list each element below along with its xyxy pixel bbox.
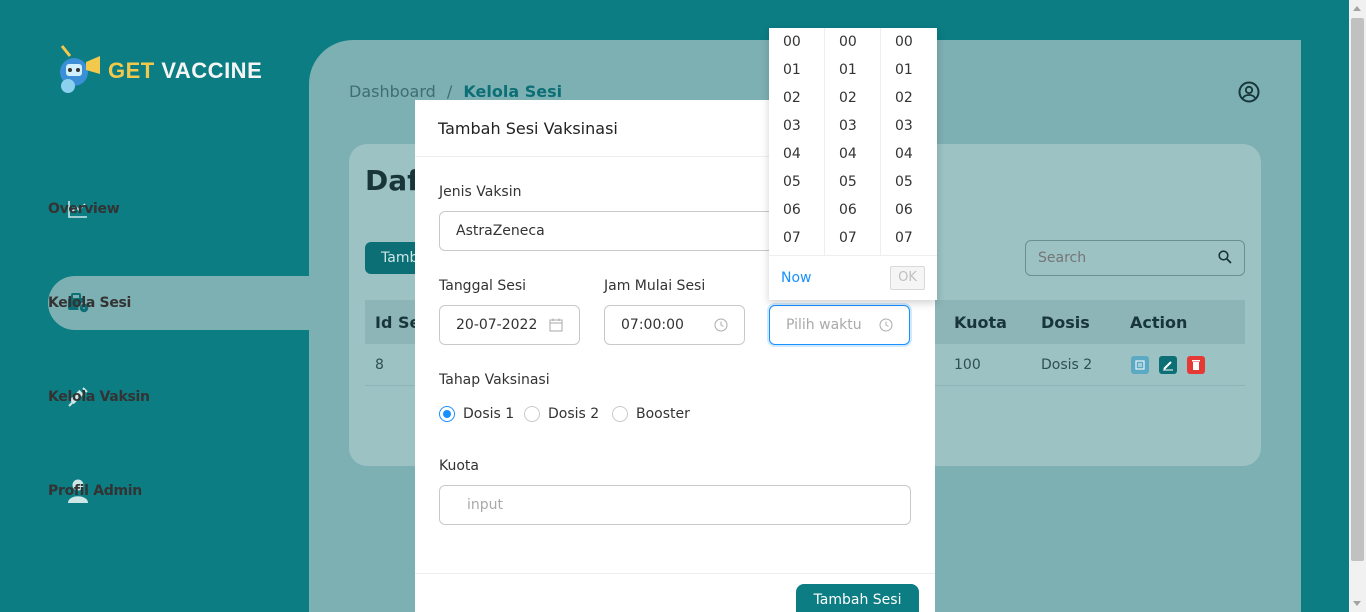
now-link[interactable]: Now (781, 270, 812, 286)
kuota-placeholder: input (467, 497, 504, 513)
radio-checked-icon (439, 406, 455, 422)
radio-unchecked-icon (612, 406, 628, 422)
hour-option[interactable]: 05 (769, 168, 824, 196)
tambah-sesi-button[interactable]: Tambah Sesi (796, 584, 919, 612)
sidebar-item-label: Kelola Vaksin (48, 389, 150, 405)
sidebar-item-label: Overview (48, 201, 120, 217)
delete-icon[interactable] (1187, 356, 1205, 374)
column-header-kuota: Kuota (954, 313, 1007, 332)
breadcrumb-separator: / (446, 82, 453, 101)
sidebar-item-overview[interactable]: Overview (48, 182, 310, 236)
cell-dosis: Dosis 2 (1041, 357, 1093, 373)
radio-dosis-1[interactable]: Dosis 1 (439, 406, 514, 422)
hour-option[interactable]: 00 (769, 28, 824, 56)
jam-selesai-placeholder: Pilih waktu (786, 317, 862, 333)
hour-option[interactable]: 02 (769, 84, 824, 112)
page-scrollbar[interactable] (1349, 0, 1366, 612)
second-option[interactable]: 03 (881, 112, 937, 140)
minute-option[interactable]: 00 (825, 28, 880, 56)
hour-column[interactable]: 00 01 02 03 04 05 06 07 (769, 28, 825, 255)
minute-option[interactable]: 03 (825, 112, 880, 140)
minute-option[interactable]: 07 (825, 224, 880, 252)
hour-option[interactable]: 06 (769, 196, 824, 224)
second-option[interactable]: 04 (881, 140, 937, 168)
breadcrumb-dashboard[interactable]: Dashboard (349, 82, 436, 101)
kuota-label: Kuota (439, 458, 479, 474)
clock-icon (714, 318, 730, 334)
vaccine-mascot-icon (52, 42, 104, 100)
ok-button[interactable]: OK (890, 266, 925, 290)
time-picker-dropdown: 00 01 02 03 04 05 06 07 00 01 02 03 04 0… (769, 28, 937, 300)
clock-icon (879, 318, 895, 334)
breadcrumb: Dashboard / Kelola Sesi (349, 82, 562, 101)
jenis-vaksin-label: Jenis Vaksin (439, 184, 522, 200)
cell-id: 8 (375, 357, 384, 373)
minute-column[interactable]: 00 01 02 03 04 05 06 07 (825, 28, 881, 255)
breadcrumb-current: Kelola Sesi (463, 82, 563, 101)
sidebar-item-profil-admin[interactable]: Profil Admin (48, 464, 310, 518)
logo-text: GET VACCINE (108, 58, 262, 84)
jam-selesai-input[interactable]: Pilih waktu (769, 305, 910, 345)
kuota-input[interactable]: input (439, 485, 911, 525)
search-icon[interactable] (1218, 249, 1232, 268)
jam-mulai-label: Jam Mulai Sesi (604, 278, 706, 294)
hour-option[interactable]: 07 (769, 224, 824, 252)
scrollbar-thumb[interactable] (1351, 18, 1364, 561)
sidebar-item-label: Kelola Sesi (48, 295, 132, 311)
minute-option[interactable]: 01 (825, 56, 880, 84)
radio-label: Booster (636, 406, 690, 422)
second-option[interactable]: 06 (881, 196, 937, 224)
tanggal-sesi-value: 20-07-2022 (456, 317, 538, 333)
jenis-vaksin-value: AstraZeneca (456, 223, 545, 239)
radio-unchecked-icon (524, 406, 540, 422)
hour-option[interactable]: 01 (769, 56, 824, 84)
edit-icon[interactable] (1159, 356, 1177, 374)
hour-option[interactable]: 04 (769, 140, 824, 168)
column-header-dosis: Dosis (1041, 313, 1090, 332)
column-header-action: Action (1130, 313, 1188, 332)
minute-option[interactable]: 06 (825, 196, 880, 224)
second-option[interactable]: 01 (881, 56, 937, 84)
radio-label: Dosis 2 (548, 406, 600, 422)
logo-text-vaccine: VACCINE (161, 58, 263, 83)
sidebar: GET VACCINE Overview Kelola Sesi Kelola … (0, 0, 310, 612)
second-option[interactable]: 07 (881, 224, 937, 252)
tanggal-sesi-input[interactable]: 20-07-2022 (439, 305, 580, 345)
cell-kuota: 100 (954, 357, 981, 373)
jam-mulai-input[interactable]: 07:00:00 (604, 305, 745, 345)
search-box (1025, 240, 1245, 276)
radio-label: Dosis 1 (463, 406, 515, 422)
sidebar-item-label: Profil Admin (48, 483, 142, 499)
minute-option[interactable]: 02 (825, 84, 880, 112)
view-icon[interactable] (1131, 356, 1149, 374)
radio-booster[interactable]: Booster (612, 406, 690, 422)
logo[interactable]: GET VACCINE (52, 42, 262, 100)
scroll-up-arrow-icon[interactable] (1353, 6, 1361, 11)
time-picker-columns: 00 01 02 03 04 05 06 07 00 01 02 03 04 0… (769, 28, 937, 256)
calendar-icon (549, 318, 565, 334)
second-option[interactable]: 00 (881, 28, 937, 56)
logo-text-get: GET (108, 58, 155, 83)
jam-mulai-value: 07:00:00 (621, 317, 684, 333)
minute-option[interactable]: 05 (825, 168, 880, 196)
search-input[interactable] (1038, 250, 1188, 266)
sidebar-item-kelola-vaksin[interactable]: Kelola Vaksin (48, 370, 310, 424)
tahap-vaksinasi-label: Tahap Vaksinasi (439, 372, 550, 388)
hour-option[interactable]: 03 (769, 112, 824, 140)
sidebar-item-kelola-sesi[interactable]: Kelola Sesi (48, 276, 310, 330)
second-column[interactable]: 00 01 02 03 04 05 06 07 (881, 28, 937, 255)
second-option[interactable]: 02 (881, 84, 937, 112)
tanggal-sesi-label: Tanggal Sesi (439, 278, 527, 294)
scroll-down-arrow-icon[interactable] (1353, 601, 1361, 606)
second-option[interactable]: 05 (881, 168, 937, 196)
minute-option[interactable]: 04 (825, 140, 880, 168)
radio-dosis-2[interactable]: Dosis 2 (524, 406, 599, 422)
account-circle-icon[interactable] (1238, 81, 1260, 103)
